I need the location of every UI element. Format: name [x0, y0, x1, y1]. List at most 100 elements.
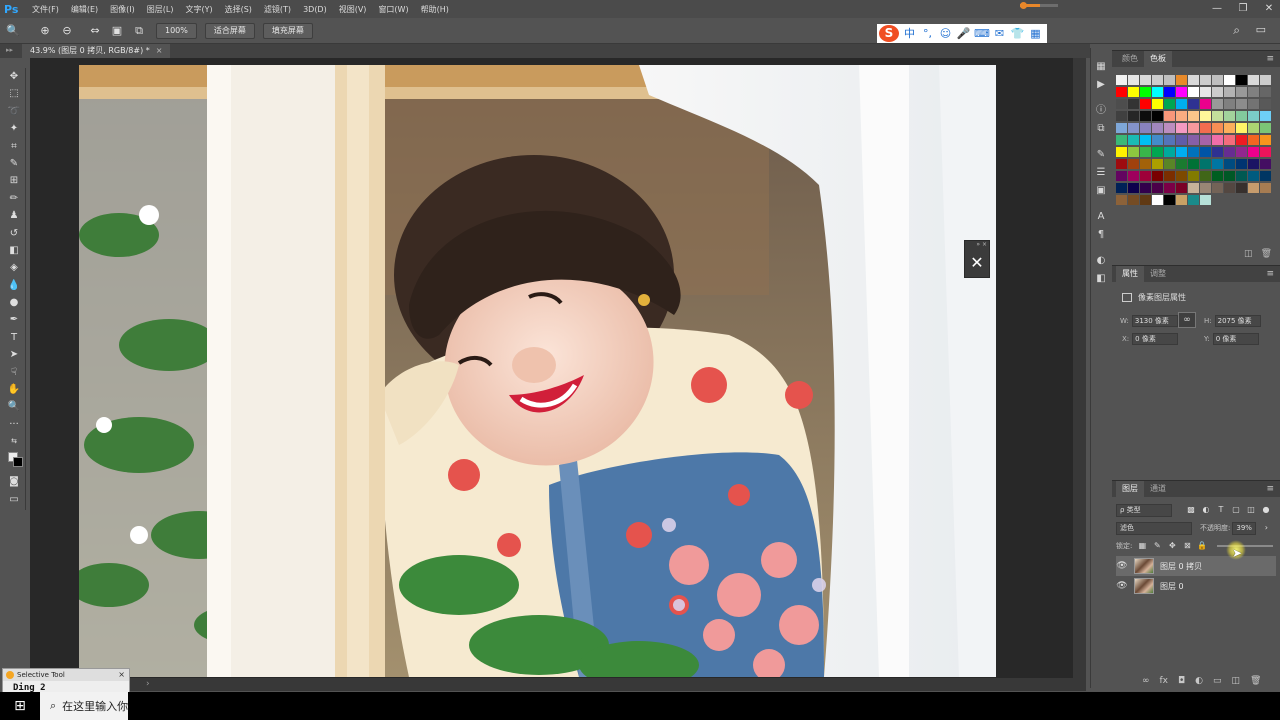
color-swatch[interactable]	[1164, 87, 1175, 97]
color-swatch[interactable]	[1128, 87, 1139, 97]
color-swatch[interactable]	[1116, 171, 1127, 181]
color-swatch[interactable]	[1188, 195, 1199, 205]
color-swatch[interactable]	[1188, 135, 1199, 145]
add-mask-icon[interactable]: ◘	[1178, 676, 1185, 686]
horizontal-scrollbar[interactable]: ›	[130, 678, 1086, 691]
color-swatch[interactable]	[1116, 99, 1127, 109]
color-swatch[interactable]	[1152, 171, 1163, 181]
color-swatch[interactable]	[1140, 123, 1151, 133]
color-swatch[interactable]	[1236, 99, 1247, 109]
lock-paint-icon[interactable]: ✎	[1152, 541, 1162, 551]
color-swatch[interactable]	[1176, 123, 1187, 133]
layer-kind-filter[interactable]: ρ 类型	[1116, 503, 1172, 517]
layer-visibility-eye-icon[interactable]: 👁	[1116, 581, 1128, 591]
color-swatch[interactable]	[1248, 159, 1259, 169]
eraser-tool-icon[interactable]: ◧	[2, 242, 26, 259]
dodge-tool-icon[interactable]: ●	[2, 294, 26, 311]
color-swatch[interactable]	[1116, 147, 1127, 157]
color-swatch[interactable]	[1260, 123, 1271, 133]
color-swatch[interactable]	[1200, 159, 1211, 169]
opacity-dropdown-icon[interactable]: ›	[1261, 523, 1271, 533]
color-swatch[interactable]	[1140, 87, 1151, 97]
menu-help[interactable]: 帮助(H)	[415, 4, 455, 15]
color-swatch[interactable]	[1260, 111, 1271, 121]
grid-menu-icon[interactable]: ▦	[1028, 26, 1043, 41]
search-icon[interactable]: ⌕	[1233, 23, 1240, 38]
color-swatch[interactable]	[1236, 75, 1247, 85]
lock-all-icon[interactable]: 🔒	[1197, 541, 1207, 551]
color-swatch[interactable]	[1236, 183, 1247, 193]
color-swatch[interactable]	[1188, 147, 1199, 157]
color-swatch[interactable]	[1200, 87, 1211, 97]
color-swatch[interactable]	[1212, 99, 1223, 109]
new-group-icon[interactable]: ▭	[1213, 676, 1222, 686]
crop-tool-icon[interactable]: ⌗	[2, 138, 26, 155]
history-brush-tool-icon[interactable]: ↺	[2, 225, 26, 242]
color-swatch[interactable]	[1128, 183, 1139, 193]
menu-window[interactable]: 窗口(W)	[372, 4, 414, 15]
clone-stamp-tool-icon[interactable]: ♟	[2, 207, 26, 224]
marquee-tool-icon[interactable]: ⬚	[2, 85, 26, 102]
color-swatch[interactable]	[1152, 87, 1163, 97]
layer-row[interactable]: 👁 图层 0	[1116, 576, 1276, 596]
color-swatch[interactable]	[1128, 195, 1139, 205]
color-swatch[interactable]	[1116, 183, 1127, 193]
color-swatch[interactable]	[1200, 75, 1211, 85]
color-swatch[interactable]	[1260, 99, 1271, 109]
color-swatch[interactable]	[1236, 159, 1247, 169]
close-button[interactable]: ✕	[1262, 2, 1276, 16]
filter-type-icon[interactable]: T	[1216, 505, 1226, 515]
color-swatch[interactable]	[1164, 123, 1175, 133]
keyboard-icon[interactable]: ⌨	[974, 26, 990, 41]
character-icon[interactable]: A	[1091, 208, 1111, 226]
hand-tool-icon[interactable]: ✋	[2, 381, 26, 398]
zoom-tool-icon[interactable]: 🔍	[4, 22, 22, 40]
color-swatch[interactable]	[1164, 135, 1175, 145]
scrubby-zoom-icon[interactable]: ⇔	[86, 22, 104, 40]
color-swatch[interactable]	[1260, 87, 1271, 97]
paint-bucket-tool-icon[interactable]: ◈	[2, 259, 26, 276]
color-swatch[interactable]	[1128, 99, 1139, 109]
sogou-logo[interactable]: S	[879, 25, 899, 42]
floating-panel-header[interactable]: » ×	[965, 241, 989, 251]
color-swatch[interactable]	[1140, 159, 1151, 169]
color-swatch[interactable]	[1224, 123, 1235, 133]
color-swatch[interactable]	[1116, 135, 1127, 145]
color-swatch[interactable]	[1260, 147, 1271, 157]
color-swatch[interactable]	[1200, 123, 1211, 133]
color-swatch[interactable]	[1128, 159, 1139, 169]
color-swatch[interactable]	[1164, 75, 1175, 85]
color-swatch[interactable]	[1140, 111, 1151, 121]
brush-tool-icon[interactable]: ✏	[2, 190, 26, 207]
color-swatch[interactable]	[1116, 123, 1127, 133]
color-swatch[interactable]	[1152, 111, 1163, 121]
color-swatch[interactable]	[1176, 171, 1187, 181]
color-swatch[interactable]	[1248, 111, 1259, 121]
color-swatch[interactable]	[1260, 171, 1271, 181]
panel-menu-icon[interactable]: ≡	[1266, 484, 1280, 494]
color-swatch[interactable]	[1236, 147, 1247, 157]
zoom-all-icon[interactable]: ⧉	[130, 22, 148, 40]
color-swatch[interactable]	[1200, 111, 1211, 121]
tab-swatches[interactable]: 色板	[1144, 51, 1172, 67]
filter-adjustment-icon[interactable]: ◐	[1201, 505, 1211, 515]
color-swatch[interactable]	[1152, 123, 1163, 133]
tab-channels[interactable]: 通道	[1144, 481, 1172, 497]
properties-dock-icon[interactable]: ◐	[1091, 252, 1111, 270]
color-swatch[interactable]	[1164, 159, 1175, 169]
color-swatch[interactable]	[1140, 171, 1151, 181]
layer-comps-icon[interactable]: ⧉	[1091, 120, 1111, 138]
tab-color[interactable]: 颜色	[1116, 51, 1144, 67]
color-swatch[interactable]	[1164, 111, 1175, 121]
zoom-tool-icon[interactable]: 🔍	[2, 398, 26, 415]
color-swatch[interactable]	[1152, 183, 1163, 193]
color-swatch[interactable]	[1212, 87, 1223, 97]
color-swatch[interactable]	[1212, 159, 1223, 169]
color-swatch[interactable]	[1260, 75, 1271, 85]
color-swatch[interactable]	[1260, 159, 1271, 169]
color-swatch[interactable]	[1116, 159, 1127, 169]
layer-name[interactable]: 图层 0 拷贝	[1160, 561, 1202, 572]
color-swatch[interactable]	[1236, 123, 1247, 133]
tools-cross-icon[interactable]: ✕	[965, 251, 989, 277]
color-swatch[interactable]	[1152, 195, 1163, 205]
